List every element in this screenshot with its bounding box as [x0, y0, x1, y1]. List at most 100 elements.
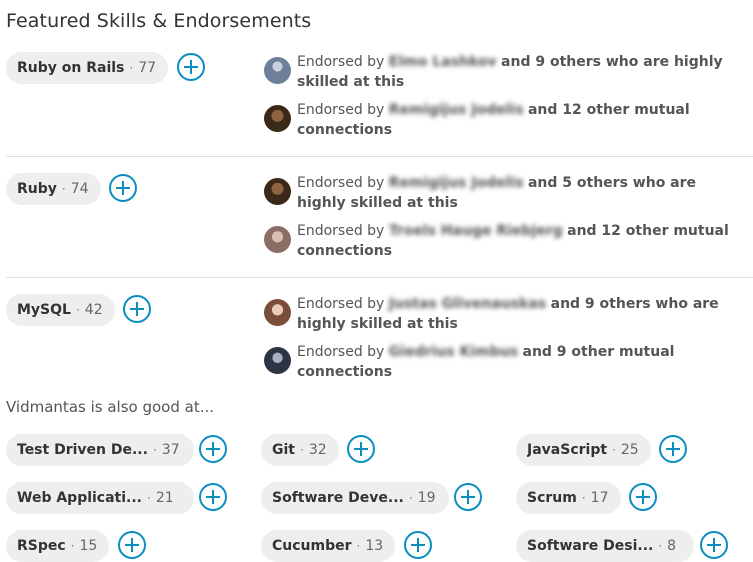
skill-pill-scrum[interactable]: Scrum · 17 [516, 482, 621, 514]
avatar[interactable] [264, 347, 291, 374]
separator-dot: · [299, 443, 304, 457]
avatar[interactable] [264, 178, 291, 205]
skill-name: RSpec [17, 538, 66, 554]
endorsement-line: Endorsed by Remigijus Jodelis and 5 othe… [264, 173, 734, 213]
skill-name: Ruby [17, 181, 57, 197]
endorsement-count: 25 [620, 442, 639, 458]
endorsement-text: Endorsed by Elmo Lashkov and 9 others wh… [297, 54, 723, 90]
endorsement-count: 8 [667, 538, 677, 554]
endorsement-line: Endorsed by Remigijus Jodelis and 12 oth… [264, 100, 734, 140]
skill-pill-mysql[interactable]: MySQL · 42 [6, 294, 115, 326]
avatar[interactable] [264, 57, 291, 84]
skill-pill-git[interactable]: Git · 32 [261, 434, 339, 466]
separator-dot: · [658, 539, 663, 553]
endorsement-line: Endorsed by Giedrius Kimbus and 9 other … [264, 342, 734, 382]
skill-name: Ruby on Rails [17, 60, 125, 76]
skill-name: Test Driven De... [17, 442, 148, 458]
skill-pill-javascript[interactable]: JavaScript · 25 [516, 434, 651, 466]
skill-pill-software-design[interactable]: Software Desi... · 8 [516, 530, 694, 562]
plus-icon [130, 302, 144, 316]
plus-icon [636, 490, 650, 504]
separator-dot: · [70, 539, 75, 553]
endorser-name[interactable]: Remigijus Jodelis [389, 175, 524, 191]
endorse-button[interactable] [454, 483, 482, 511]
separator-dot: · [75, 303, 80, 317]
plus-icon [666, 442, 680, 456]
endorse-button[interactable] [109, 174, 137, 202]
endorsement-count: 19 [417, 490, 436, 506]
separator-dot: · [147, 491, 151, 505]
section-title: Featured Skills & Endorsements [6, 10, 312, 32]
skill-pill-ruby[interactable]: Ruby · 74 [6, 173, 101, 205]
skill-pill-test-driven-development[interactable]: Test Driven De... · 37 [6, 434, 194, 466]
skill-pill-ruby-on-rails[interactable]: Ruby on Rails · 77 [6, 52, 169, 84]
endorsement-text: Endorsed by Troels Hauge Riebjerg and 12… [297, 223, 729, 259]
endorsement-text: Endorsed by Remigijus Jodelis and 5 othe… [297, 175, 697, 211]
separator-dot: · [61, 182, 66, 196]
endorsement-count: 15 [79, 538, 98, 554]
endorsement-count: 74 [70, 181, 89, 197]
endorse-button[interactable] [700, 531, 728, 559]
separator-dot: · [152, 443, 157, 457]
also-good-at-heading: Vidmantas is also good at... [6, 398, 215, 416]
skill-name: Git [272, 442, 295, 458]
plus-icon [116, 181, 130, 195]
endorser-name[interactable]: Remigijus Jodelis [389, 102, 524, 118]
skill-name: MySQL [17, 302, 71, 318]
skill-pill-cucumber[interactable]: Cucumber · 13 [261, 530, 396, 562]
plus-icon [354, 442, 368, 456]
divider [6, 277, 753, 278]
skill-pill-web-applications[interactable]: Web Applicati... · 21 [6, 482, 194, 514]
separator-dot: · [581, 491, 586, 505]
separator-dot: · [356, 539, 361, 553]
endorse-button[interactable] [199, 435, 227, 463]
skill-name: Scrum [527, 490, 577, 506]
plus-icon [707, 538, 721, 552]
endorser-name[interactable]: Giedrius Kimbus [389, 344, 518, 360]
endorsement-line: Endorsed by Elmo Lashkov and 9 others wh… [264, 52, 734, 92]
endorsement-count: 13 [365, 538, 384, 554]
endorse-button[interactable] [199, 483, 227, 511]
skill-name: Cucumber [272, 538, 352, 554]
plus-icon [461, 490, 475, 504]
skill-name: Software Desi... [527, 538, 654, 554]
endorse-button[interactable] [177, 53, 205, 81]
endorse-button[interactable] [118, 531, 146, 559]
endorse-button[interactable] [347, 435, 375, 463]
plus-icon [206, 442, 220, 456]
skill-pill-software-development[interactable]: Software Deve... · 19 [261, 482, 449, 514]
plus-icon [125, 538, 139, 552]
skill-name: JavaScript [527, 442, 608, 458]
endorse-button[interactable] [629, 483, 657, 511]
endorsement-count: 77 [138, 60, 157, 76]
endorsement-text: Endorsed by Remigijus Jodelis and 12 oth… [297, 102, 690, 138]
endorser-name[interactable]: Elmo Lashkov [389, 54, 497, 70]
separator-dot: · [612, 443, 616, 457]
skill-name: Software Deve... [272, 490, 404, 506]
divider [6, 156, 753, 157]
endorser-name[interactable]: Justas Glivenauskas [389, 296, 546, 312]
separator-dot: · [129, 61, 134, 75]
endorser-name[interactable]: Troels Hauge Riebjerg [389, 223, 563, 239]
endorse-button[interactable] [123, 295, 151, 323]
endorsement-line: Endorsed by Justas Glivenauskas and 9 ot… [264, 294, 734, 334]
endorsement-count: 32 [308, 442, 327, 458]
endorsement-line: Endorsed by Troels Hauge Riebjerg and 12… [264, 221, 734, 261]
skill-pill-rspec[interactable]: RSpec · 15 [6, 530, 110, 562]
skill-name: Web Applicati... [17, 490, 143, 506]
endorse-button[interactable] [659, 435, 687, 463]
endorsement-count: 37 [161, 442, 180, 458]
endorsement-text: Endorsed by Giedrius Kimbus and 9 other … [297, 344, 675, 380]
endorse-button[interactable] [404, 531, 432, 559]
avatar[interactable] [264, 226, 291, 253]
avatar[interactable] [264, 299, 291, 326]
endorsement-count: 21 [155, 490, 174, 506]
plus-icon [411, 538, 425, 552]
plus-icon [184, 60, 198, 74]
endorsement-count: 17 [590, 490, 609, 506]
endorsement-count: 42 [84, 302, 103, 318]
separator-dot: · [408, 491, 413, 505]
endorsement-text: Endorsed by Justas Glivenauskas and 9 ot… [297, 296, 719, 332]
plus-icon [206, 490, 220, 504]
avatar[interactable] [264, 105, 291, 132]
